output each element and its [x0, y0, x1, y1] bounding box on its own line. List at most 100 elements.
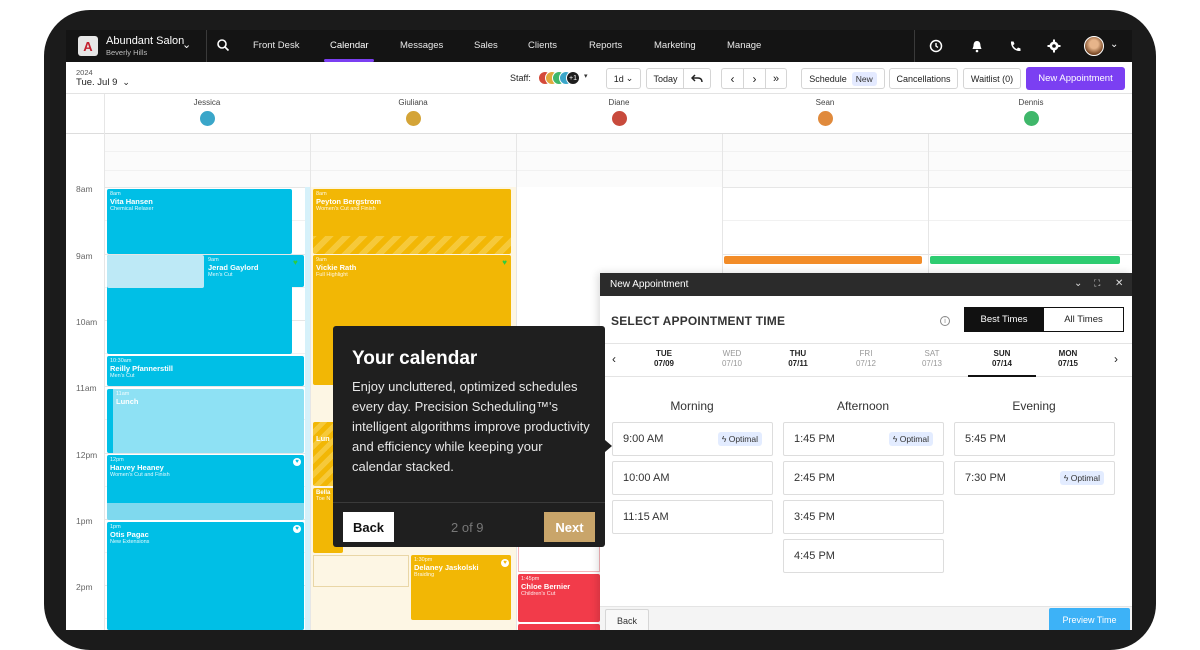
appointment-time: 1:45pm	[521, 576, 540, 582]
nav-sales[interactable]: Sales	[474, 40, 498, 51]
slot-time: 3:45 PM	[794, 511, 835, 523]
open-slot[interactable]	[313, 555, 409, 587]
gear-icon[interactable]	[1046, 38, 1062, 54]
fast-forward-button[interactable]: »	[765, 68, 787, 89]
day-date: 07/11	[788, 359, 808, 368]
period-morning: Morning	[670, 399, 714, 413]
expand-icon[interactable]: ⛶	[1094, 278, 1100, 289]
tooltip-next-button[interactable]: Next	[544, 512, 595, 542]
appointment-card[interactable]	[724, 256, 922, 264]
chevron-down-icon[interactable]: ⌄	[182, 38, 191, 51]
undo-icon[interactable]	[683, 68, 711, 89]
date-picker[interactable]: Tue. Jul 9 ⌄	[76, 77, 130, 88]
staff-name: Diane	[608, 98, 630, 107]
heart-icon: ♥	[501, 559, 509, 567]
appointment-block[interactable]	[107, 255, 204, 288]
preview-time-button[interactable]: Preview Time	[1049, 608, 1130, 630]
day-fri[interactable]: FRI 07/12	[834, 349, 898, 368]
chevron-down-icon: ⌄	[122, 77, 130, 87]
nav-front-desk[interactable]: Front Desk	[253, 40, 299, 51]
appointment-card[interactable]: 8am Vita Hansen Chemical Relaxer	[107, 189, 292, 254]
time-slot[interactable]: 2:45 PM	[783, 461, 944, 495]
today-button[interactable]: Today	[646, 68, 684, 89]
appointment-card[interactable]: 9am Jerad Gaylord Men's Cut ♥	[205, 255, 304, 287]
chevron-right-icon[interactable]: ›	[1114, 352, 1118, 366]
salon-name[interactable]: Abundant Salon	[106, 35, 184, 47]
appointment-client: Lunch	[116, 397, 139, 406]
tooltip-pointer	[605, 440, 612, 452]
time-slot[interactable]: 1:45 PM ϟ Optimal	[783, 422, 944, 456]
bell-icon[interactable]	[969, 38, 985, 54]
nav-clients[interactable]: Clients	[528, 40, 557, 51]
appointment-card[interactable]: 11am Lunch	[107, 389, 304, 453]
slot-time: 9:00 AM	[623, 433, 664, 445]
day-sat[interactable]: SAT 07/13	[900, 349, 964, 368]
close-icon[interactable]: ✕	[1115, 278, 1123, 289]
staff-column-sean[interactable]: Sean	[722, 94, 928, 134]
panel-back-button[interactable]: Back	[605, 609, 649, 630]
time-slot[interactable]: 4:45 PM	[783, 539, 944, 573]
day-thu[interactable]: THU 07/11	[766, 349, 830, 368]
appointment-time: 8am	[110, 191, 121, 197]
appointment-client: Reilly Pfannerstill	[110, 364, 173, 373]
phone-icon[interactable]	[1007, 38, 1023, 54]
prev-day-button[interactable]: ‹	[721, 68, 743, 89]
minimize-icon[interactable]: ⌄	[1074, 278, 1082, 289]
time-slot[interactable]: 9:00 AM ϟ Optimal	[612, 422, 773, 456]
day-name: FRI	[859, 349, 873, 358]
appointment-card[interactable]: 8am Peyton Bergstrom Women's Cut and Fin…	[313, 189, 511, 254]
waitlist-button[interactable]: Waitlist (0)	[963, 68, 1021, 89]
appointment-service: Full Highlight	[316, 272, 348, 278]
appointment-card[interactable]: 12pm Harvey Heaney Women's Cut and Finis…	[107, 455, 304, 520]
caret-down-icon[interactable]: ▾	[584, 72, 588, 80]
slot-time: 7:30 PM	[965, 472, 1006, 484]
time-slot[interactable]: 11:15 AM	[612, 500, 773, 534]
best-times-toggle[interactable]: Best Times	[964, 307, 1044, 332]
heart-icon: ♥	[293, 458, 301, 466]
nav-manage[interactable]: Manage	[727, 40, 761, 51]
selected-day-indicator	[968, 375, 1036, 377]
nav-messages[interactable]: Messages	[400, 40, 443, 51]
day-tue[interactable]: TUE 07/09	[632, 349, 696, 368]
info-icon[interactable]: i	[940, 316, 950, 326]
tooltip-back-button[interactable]: Back	[343, 512, 394, 542]
cancellations-button[interactable]: Cancellations	[889, 68, 958, 89]
staff-avatar	[816, 109, 835, 128]
nav-calendar[interactable]: Calendar	[330, 40, 369, 51]
chevron-left-icon[interactable]: ‹	[612, 352, 616, 366]
appointment-card[interactable]: 10:30am Reilly Pfannerstill Men's Cut	[107, 356, 304, 386]
appointment-card[interactable]: 1pm Otis Pagac New Extensions ♥	[107, 522, 304, 630]
time-slot[interactable]: 5:45 PM	[954, 422, 1115, 456]
slot-time: 11:15 AM	[623, 511, 669, 523]
next-day-button[interactable]: ›	[743, 68, 765, 89]
appointment-card[interactable]: 1:30pm Delaney Jaskolski Braiding	[411, 555, 511, 620]
schedule-button[interactable]: Schedule New	[801, 68, 885, 89]
new-appointment-panel: New Appointment ⌄ ⛶ ✕ SELECT APPOINTMENT…	[600, 273, 1132, 630]
staff-column-jessica[interactable]: Jessica	[104, 94, 310, 134]
day-wed[interactable]: WED 07/10	[700, 349, 764, 368]
appointment-card[interactable]	[518, 624, 600, 630]
appointment-card[interactable]: 1:45pm Chloe Bernier Children's Cut	[518, 574, 600, 622]
appointment-card[interactable]	[930, 256, 1120, 264]
search-icon[interactable]	[216, 38, 230, 57]
user-avatar[interactable]	[1084, 36, 1104, 56]
new-appointment-button[interactable]: New Appointment	[1026, 67, 1125, 90]
nav-marketing[interactable]: Marketing	[654, 40, 696, 51]
staff-more-badge[interactable]: +1	[566, 71, 580, 85]
chevron-down-icon[interactable]: ⌄	[1110, 39, 1118, 50]
optimal-label: Optimal	[1070, 473, 1100, 483]
day-sun[interactable]: SUN 07/14	[970, 349, 1034, 368]
appointment-service: Men's Cut	[110, 373, 135, 379]
view-select[interactable]: 1d ⌄	[606, 68, 641, 89]
staff-column-dennis[interactable]: Dennis	[928, 94, 1132, 134]
slot-time: 1:45 PM	[794, 433, 835, 445]
time-slot[interactable]: 10:00 AM	[612, 461, 773, 495]
all-times-toggle[interactable]: All Times	[1043, 307, 1124, 332]
staff-column-diane[interactable]: Diane	[516, 94, 722, 134]
staff-column-giuliana[interactable]: Giuliana	[310, 94, 516, 134]
nav-reports[interactable]: Reports	[589, 40, 622, 51]
time-slot[interactable]: 3:45 PM	[783, 500, 944, 534]
clock-icon[interactable]	[928, 38, 944, 54]
day-mon[interactable]: MON 07/15	[1036, 349, 1100, 368]
time-slot[interactable]: 7:30 PM ϟ Optimal	[954, 461, 1115, 495]
